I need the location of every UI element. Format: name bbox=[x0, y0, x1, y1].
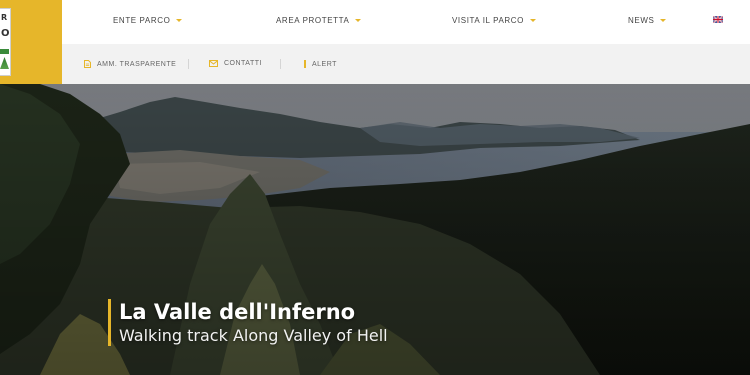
nav-item-area-protetta[interactable]: AREA PROTETTA bbox=[276, 16, 362, 25]
nav-item-ente-parco[interactable]: ENTE PARCO bbox=[113, 16, 183, 25]
hero-banner: La Valle dell'Inferno Walking track Alon… bbox=[0, 84, 750, 375]
chevron-down-icon bbox=[660, 19, 667, 22]
main-navigation: ENTE PARCO AREA PROTETTA VISITA IL PARCO… bbox=[62, 0, 750, 44]
nav-item-label: NEWS bbox=[628, 16, 655, 25]
hero-title: La Valle dell'Inferno bbox=[119, 300, 356, 324]
util-item-label: ALERT bbox=[312, 60, 337, 68]
util-item-label: AMM. TRASPARENTE bbox=[97, 60, 177, 68]
envelope-icon bbox=[209, 60, 218, 67]
chevron-down-icon bbox=[529, 19, 536, 22]
logo-panel[interactable]: R O bbox=[0, 0, 62, 84]
nav-item-news[interactable]: NEWS bbox=[628, 16, 667, 25]
divider bbox=[188, 59, 189, 69]
util-contatti[interactable]: CONTATTI bbox=[209, 60, 262, 67]
divider bbox=[280, 59, 281, 69]
util-amm-trasparente[interactable]: AMM. TRASPARENTE bbox=[84, 60, 176, 68]
hero-subtitle: Walking track Along Valley of Hell bbox=[119, 326, 388, 345]
nav-item-label: VISITA IL PARCO bbox=[452, 16, 524, 25]
utility-bar: AMM. TRASPARENTE CONTATTI ALERT bbox=[62, 44, 750, 84]
nav-item-label: ENTE PARCO bbox=[113, 16, 171, 25]
nav-item-label: AREA PROTETTA bbox=[276, 16, 350, 25]
hero-caption: La Valle dell'Inferno Walking track Alon… bbox=[108, 299, 388, 346]
chevron-down-icon bbox=[355, 19, 362, 22]
nav-item-visita-il-parco[interactable]: VISITA IL PARCO bbox=[452, 16, 536, 25]
park-logo[interactable]: R O bbox=[0, 8, 11, 76]
util-alert[interactable]: ALERT bbox=[304, 60, 337, 68]
alert-bar-icon bbox=[304, 60, 306, 68]
util-item-label: CONTATTI bbox=[224, 60, 262, 67]
uk-flag-icon[interactable] bbox=[713, 16, 723, 23]
chevron-down-icon bbox=[176, 19, 183, 22]
document-icon bbox=[84, 60, 91, 68]
